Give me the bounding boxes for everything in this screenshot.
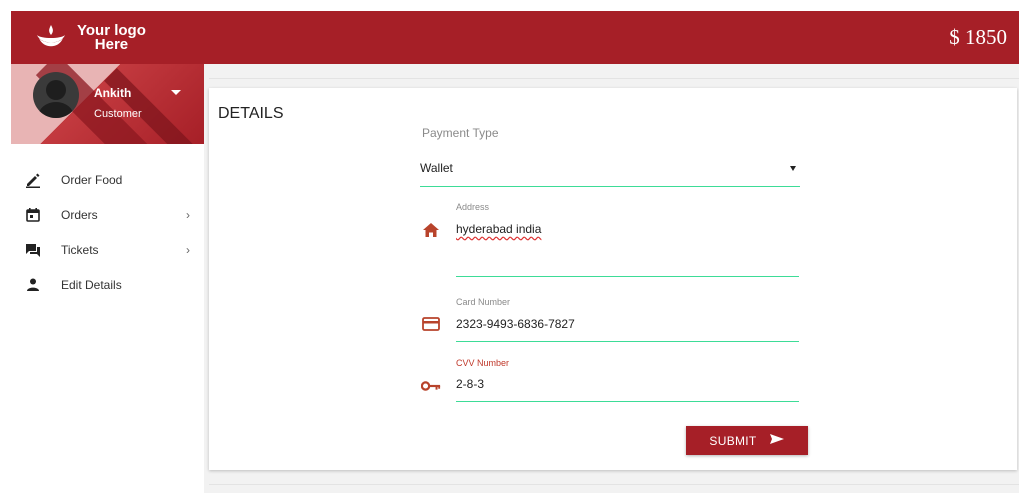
payment-type-value: Wallet <box>420 161 453 175</box>
card-number-field[interactable]: 2323-9493-6836-7827 <box>456 317 575 331</box>
credit-card-icon <box>421 314 441 334</box>
avatar-body <box>38 102 74 118</box>
caret-down-icon <box>790 166 796 171</box>
logo-text: Your logo Here <box>77 23 146 53</box>
chevron-right-icon: › <box>186 242 190 257</box>
key-icon <box>421 376 441 396</box>
address-label: Address <box>456 202 490 212</box>
top-bar: Your logo Here $ 1850 <box>11 11 1019 64</box>
payment-type-label: Payment Type <box>422 126 499 140</box>
cvv-underline <box>456 401 799 402</box>
logo[interactable]: Your logo Here <box>11 23 146 53</box>
submit-label: SUBMIT <box>709 433 757 448</box>
send-icon <box>769 433 785 448</box>
cvv-label: CVV Number <box>456 358 510 368</box>
sidebar-item-label: Edit Details <box>61 277 122 292</box>
pencil-icon <box>25 172 41 188</box>
sidebar-item-orders[interactable]: Orders › <box>11 197 204 232</box>
sidebar-item-order-food[interactable]: Order Food <box>11 162 204 197</box>
sidebar-menu: Order Food Orders › Tickets › Edit Detai… <box>11 162 204 302</box>
chat-icon <box>25 242 41 258</box>
home-icon <box>421 220 441 240</box>
card-number-label: Card Number <box>456 297 511 307</box>
submit-button[interactable]: SUBMIT <box>686 426 808 455</box>
card-number-underline <box>456 341 799 342</box>
divider <box>209 78 1019 79</box>
address-field[interactable]: hyderabad india <box>456 222 541 236</box>
page-title: DETAILS <box>218 105 284 122</box>
sidebar: Ankith Customer Order Food Orders › Tick… <box>11 64 204 493</box>
wallet-balance: $ 1850 <box>949 25 1007 49</box>
avatar <box>33 72 79 118</box>
person-icon <box>25 277 41 293</box>
sidebar-item-edit-details[interactable]: Edit Details <box>11 267 204 302</box>
sidebar-item-tickets[interactable]: Tickets › <box>11 232 204 267</box>
sidebar-item-label: Orders <box>61 207 98 222</box>
profile-role: Customer <box>94 108 142 120</box>
sidebar-item-label: Tickets <box>61 242 99 257</box>
avatar-head <box>46 80 66 100</box>
logo-text-line2: Here <box>94 35 129 53</box>
profile-card[interactable]: Ankith Customer <box>11 64 204 144</box>
calendar-icon <box>25 207 41 223</box>
chevron-right-icon: › <box>186 207 190 222</box>
divider <box>209 484 1019 485</box>
address-underline <box>456 276 799 277</box>
caret-down-icon[interactable] <box>171 90 181 95</box>
lamp-logo-icon <box>33 23 69 53</box>
sidebar-item-label: Order Food <box>61 172 123 187</box>
details-card: DETAILS Payment Type Wallet Address hyde… <box>209 88 1017 470</box>
payment-type-select[interactable]: Wallet <box>420 154 800 187</box>
cvv-field[interactable]: 2-8-3 <box>456 377 484 391</box>
profile-name: Ankith <box>94 86 132 100</box>
